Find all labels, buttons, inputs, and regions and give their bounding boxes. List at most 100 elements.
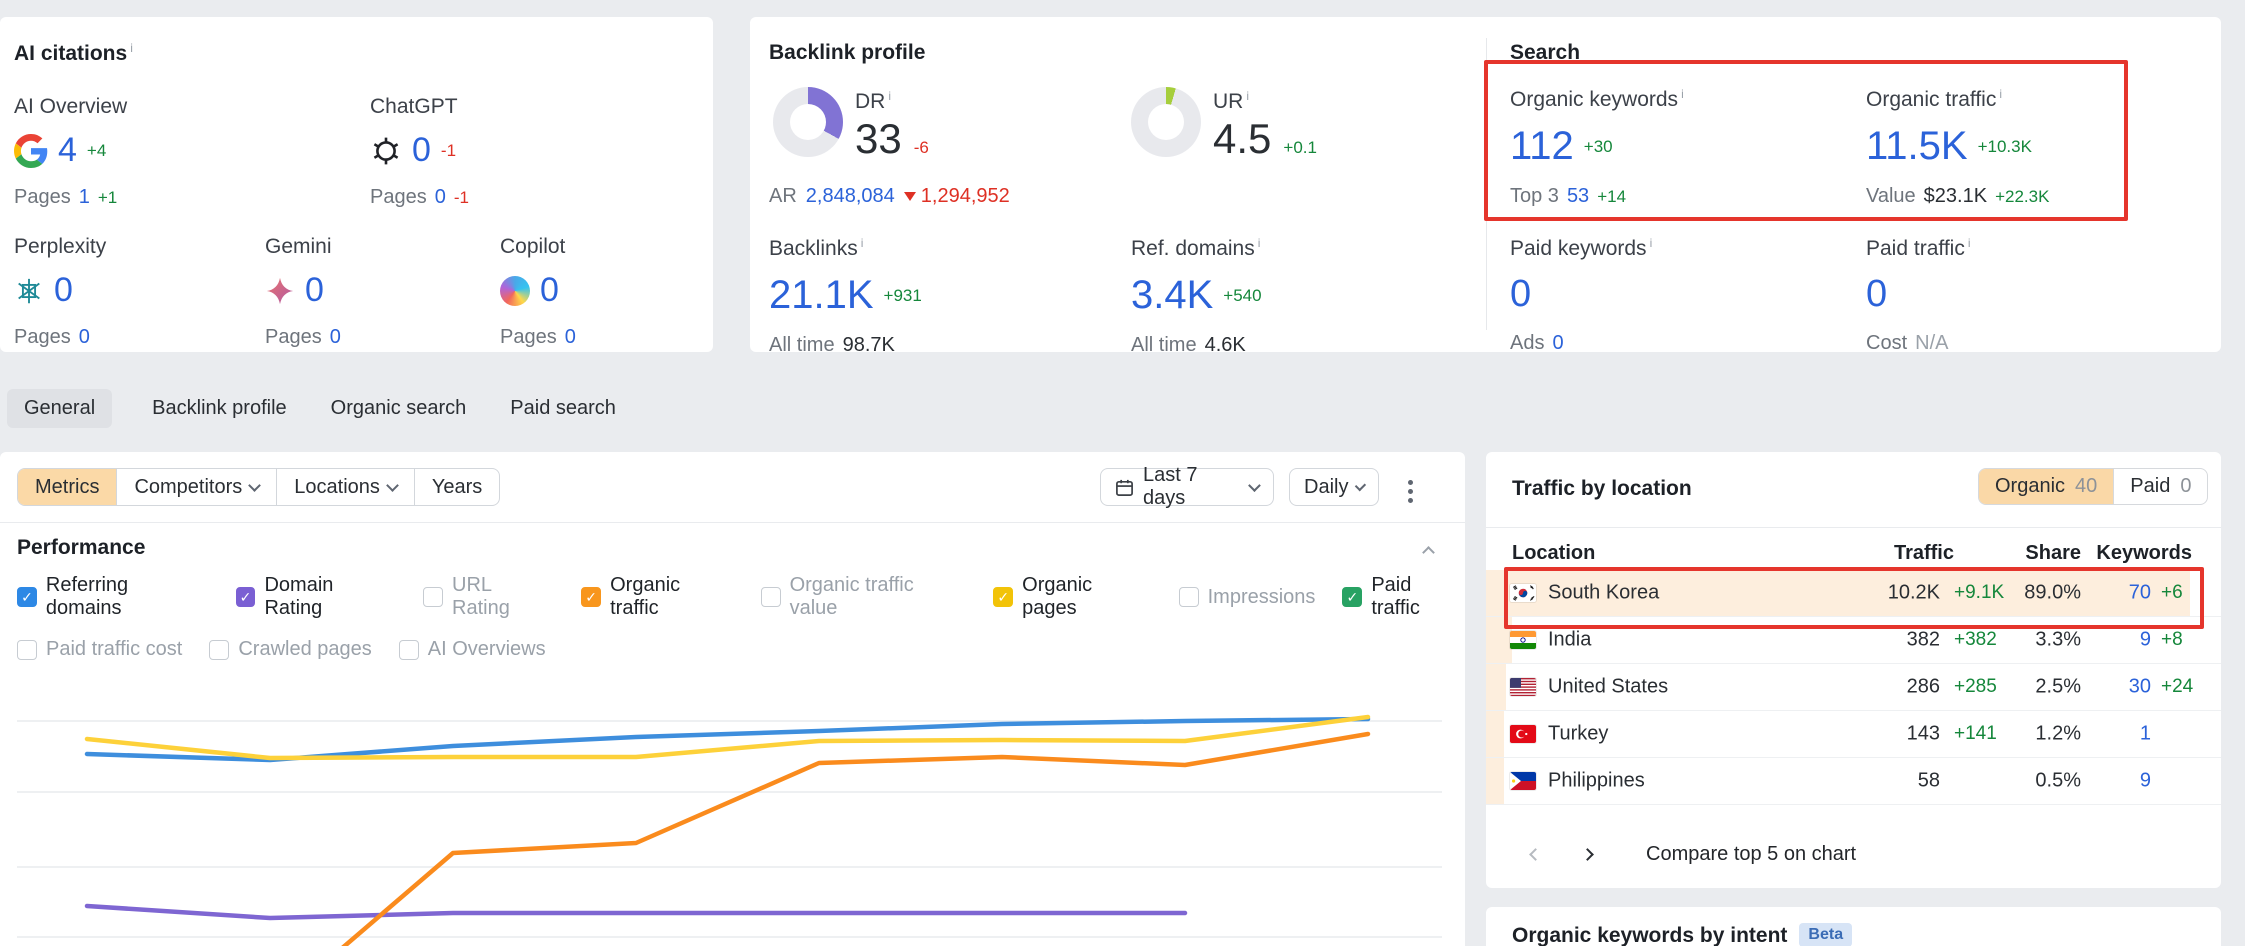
- granularity-dropdown[interactable]: Daily: [1289, 468, 1379, 506]
- ur-delta: +0.1: [1283, 138, 1317, 158]
- column-traffic: Traffic: [1816, 542, 1954, 565]
- table-header: Location Traffic Share Keywords: [1486, 542, 2221, 570]
- checkbox-paid-traffic-cost[interactable]: Paid traffic cost: [17, 638, 182, 661]
- info-icon[interactable]: i: [861, 236, 864, 250]
- report-tabs: General Backlink profile Organic search …: [7, 388, 620, 428]
- openai-icon: [370, 135, 402, 167]
- table-row-turkey[interactable]: Turkey 143 +141 1.2% 1: [1486, 711, 2221, 758]
- gemini-metric: Gemini 0 Pages0: [265, 235, 341, 349]
- column-keywords: Keywords: [2082, 542, 2192, 565]
- info-icon[interactable]: i: [888, 89, 891, 103]
- dr-value: 33: [855, 115, 902, 163]
- column-location: Location: [1512, 542, 1595, 565]
- toggle-organic[interactable]: Organic40: [1979, 469, 2113, 504]
- checkbox-url-rating[interactable]: URL Rating: [423, 574, 554, 620]
- chatgpt-value: 0: [412, 131, 431, 170]
- keywords-link[interactable]: 30: [2086, 676, 2151, 699]
- checkbox-organic-pages[interactable]: ✓Organic pages: [993, 574, 1151, 620]
- info-icon[interactable]: i: [130, 41, 133, 55]
- more-options-button[interactable]: [1404, 476, 1417, 507]
- info-icon[interactable]: i: [1258, 236, 1261, 250]
- keywords-by-intent-panel: Organic keywords by intentBeta: [1486, 907, 2221, 946]
- table-row-united-states[interactable]: United States 286 +285 2.5% 30 +24: [1486, 664, 2221, 711]
- info-icon[interactable]: i: [1681, 87, 1684, 101]
- tab-backlink-profile[interactable]: Backlink profile: [148, 389, 291, 428]
- years-button[interactable]: Years: [414, 469, 499, 505]
- tab-paid-search[interactable]: Paid search: [506, 389, 620, 428]
- backlink-search-panel: Backlink profile DRi 33 -6 AR 2,848,084 …: [750, 17, 2221, 352]
- column-share: Share: [1986, 542, 2081, 565]
- chevron-down-icon: [386, 479, 399, 492]
- tab-general[interactable]: General: [7, 389, 112, 428]
- toggle-paid[interactable]: Paid0: [2113, 469, 2207, 504]
- info-icon[interactable]: i: [1968, 236, 1971, 250]
- table-footer: Compare top 5 on chart: [1486, 824, 2221, 884]
- flag-india: [1510, 631, 1536, 649]
- keywords-link[interactable]: 1: [2086, 723, 2151, 746]
- checkbox-domain-rating[interactable]: ✓Domain Rating: [236, 574, 397, 620]
- flag-united-states: [1510, 678, 1536, 696]
- checkbox-crawled-pages[interactable]: Crawled pages: [209, 638, 371, 661]
- checkbox-impressions[interactable]: Impressions: [1179, 586, 1316, 609]
- info-icon[interactable]: i: [1246, 89, 1249, 103]
- locations-dropdown[interactable]: Locations: [276, 469, 414, 505]
- gemini-value: 0: [305, 271, 324, 310]
- performance-title: Performance: [17, 536, 145, 560]
- tab-organic-search[interactable]: Organic search: [327, 389, 471, 428]
- flag-philippines: [1510, 772, 1536, 790]
- perplexity-icon: [14, 276, 44, 306]
- chatgpt-metric: ChatGPT 0 -1 Pages0-1: [370, 95, 469, 209]
- ref-domains-metric: Ref. domainsi 3.4K+540 All time4.6K: [1131, 236, 1262, 357]
- chevron-right-icon: [1581, 848, 1594, 861]
- chevron-left-icon: [1529, 848, 1542, 861]
- metrics-button[interactable]: Metrics: [18, 469, 116, 505]
- copilot-icon: [500, 276, 530, 306]
- keywords-link[interactable]: 9: [2086, 629, 2151, 652]
- ai-overview-delta: +4: [87, 141, 106, 161]
- ahrefs-rank-line: AR 2,848,084 1,294,952: [769, 185, 1010, 208]
- info-icon[interactable]: i: [1650, 236, 1653, 250]
- backlinks-value: 21.1K: [769, 273, 874, 318]
- checkbox-organic-traffic-value[interactable]: Organic traffic value: [761, 574, 967, 620]
- table-row-south-korea[interactable]: South Korea 10.2K +9.1K 89.0% 70 +6: [1486, 570, 2221, 617]
- checkbox-paid-traffic[interactable]: ✓Paid traffic: [1342, 574, 1465, 620]
- table-row-india[interactable]: India 382 +382 3.3% 9 +8: [1486, 617, 2221, 664]
- chevron-up-icon: [1422, 546, 1435, 559]
- ur-value: 4.5: [1213, 115, 1271, 163]
- collapse-section-button[interactable]: [1424, 544, 1433, 562]
- calendar-icon: [1115, 478, 1134, 497]
- backlink-profile-title: Backlink profile: [769, 41, 925, 65]
- keywords-link[interactable]: 70: [2086, 582, 2151, 605]
- ur-label: URi: [1213, 89, 1249, 114]
- checkbox-organic-traffic[interactable]: ✓Organic traffic: [581, 574, 733, 620]
- flag-south-korea: [1510, 584, 1536, 602]
- next-page-button[interactable]: [1572, 839, 1602, 869]
- table-row-philippines[interactable]: Philippines 58 0.5% 9: [1486, 758, 2221, 805]
- seo-dashboard: AI citationsi AI Overview 4 +4 Pages1+1 …: [0, 0, 2245, 946]
- checkbox-ai-overviews[interactable]: AI Overviews: [399, 638, 546, 661]
- chevron-down-icon: [1248, 479, 1261, 492]
- divider: [1486, 527, 2221, 528]
- section-divider: [1486, 38, 1487, 330]
- organic-traffic-metric: Organic traffici 11.5K+10.3K Value$23.1K…: [1866, 87, 2049, 208]
- ur-donut: [1131, 87, 1201, 157]
- keywords-link[interactable]: 9: [2086, 770, 2151, 793]
- share-bar: [1486, 711, 1504, 757]
- copilot-value: 0: [540, 271, 559, 310]
- date-range-dropdown[interactable]: Last 7 days: [1100, 468, 1274, 506]
- performance-chart[interactable]: [0, 660, 1465, 946]
- competitors-dropdown[interactable]: Competitors: [116, 469, 276, 505]
- chevron-down-icon: [248, 479, 261, 492]
- organic-paid-toggle: Organic40 Paid0: [1978, 468, 2208, 505]
- info-icon[interactable]: i: [1999, 87, 2002, 101]
- paid-traffic-metric: Paid traffici 0 CostN/A: [1866, 236, 1971, 355]
- compare-top5-link[interactable]: Compare top 5 on chart: [1646, 843, 1856, 866]
- beta-badge: Beta: [1799, 923, 1852, 946]
- search-title: Search: [1510, 41, 1580, 65]
- ai-citations-panel: AI citationsi AI Overview 4 +4 Pages1+1 …: [0, 17, 713, 352]
- checkbox-referring-domains[interactable]: ✓Referring domains: [17, 574, 209, 620]
- copilot-metric: Copilot 0 Pages0: [500, 235, 576, 349]
- traffic-by-location-panel: Traffic by location Organic40 Paid0 Loca…: [1486, 452, 2221, 888]
- previous-page-button[interactable]: [1520, 839, 1550, 869]
- ref-domains-value: 3.4K: [1131, 273, 1213, 318]
